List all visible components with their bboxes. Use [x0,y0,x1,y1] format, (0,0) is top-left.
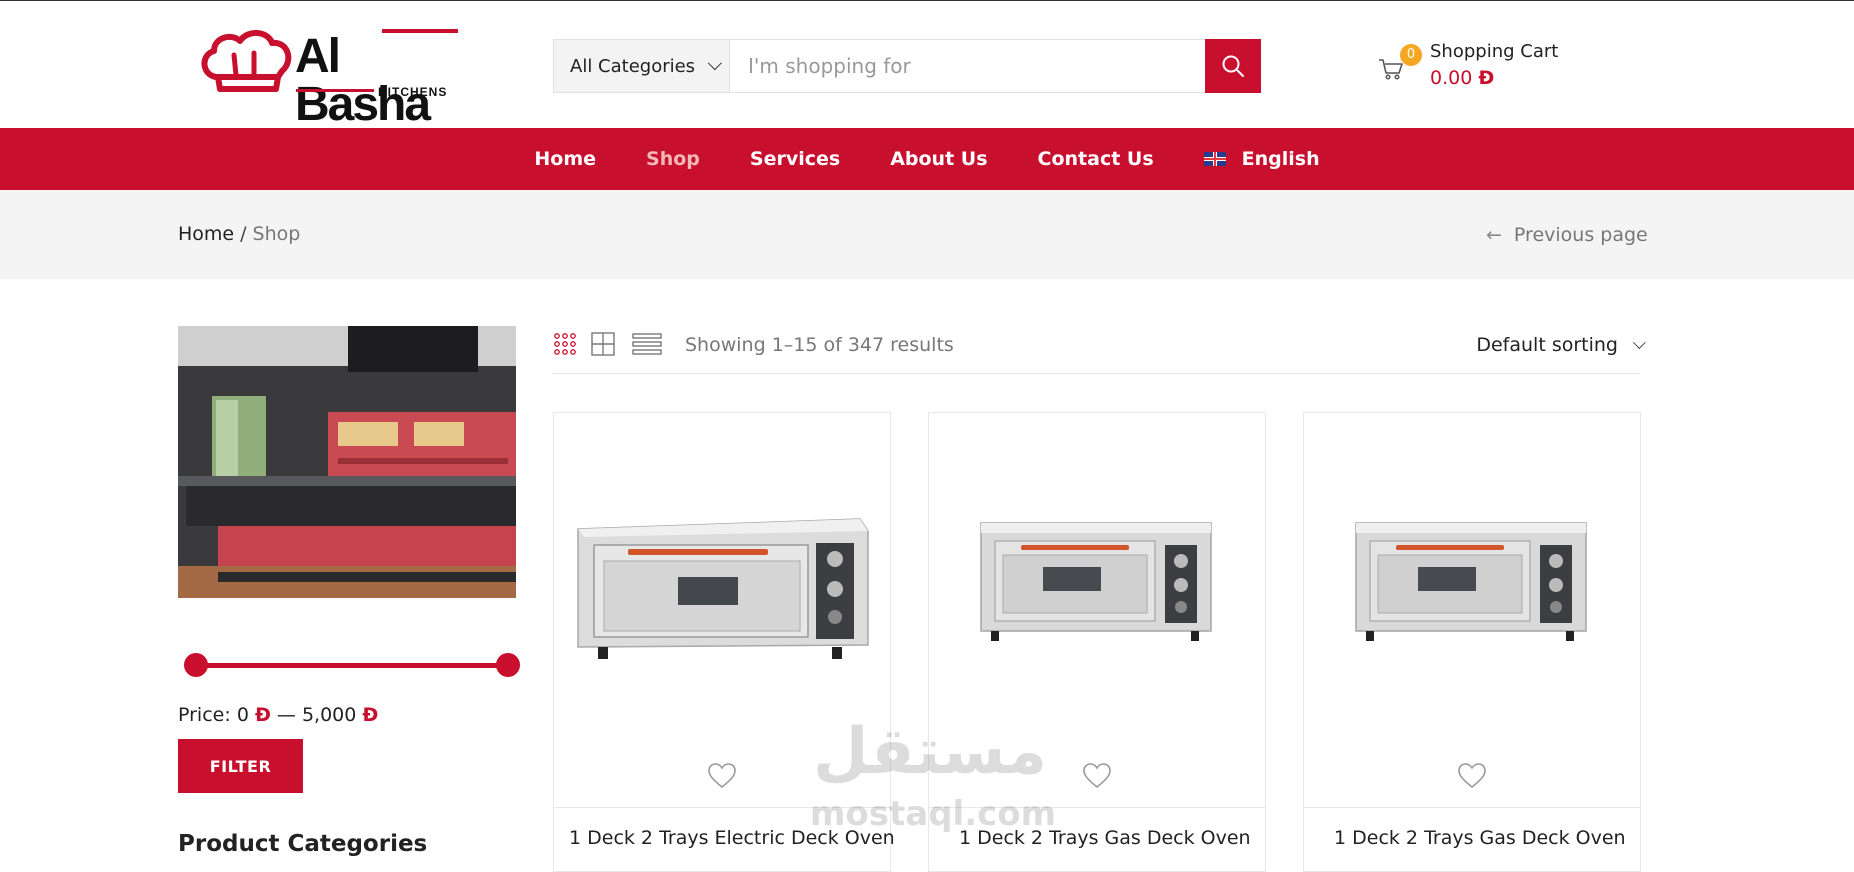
currency-symbol: Đ [1478,67,1495,89]
results-count: Showing 1–15 of 347 results [685,334,954,356]
grid-large-icon[interactable] [591,332,615,356]
mini-cart[interactable]: 0 Shopping Cart 0.00 Đ [1376,39,1576,99]
cart-count-badge: 0 [1400,44,1422,66]
search-icon [1222,55,1244,77]
cart-total: 0.00 Đ [1430,67,1494,89]
language-switcher[interactable]: English [1203,148,1320,170]
price-range-max-handle[interactable] [496,653,520,677]
electric-oven-image [577,518,869,659]
kitchen-illustration [178,326,516,598]
category-select-label: All Categories [570,55,696,77]
nav-about-us[interactable]: About Us [890,148,987,170]
watermark-arabic: مستقل [812,715,1048,789]
price-min-currency: Đ [254,704,271,726]
language-label: English [1241,148,1320,170]
nav-services[interactable]: Services [750,148,840,170]
cart-total-value: 0.00 [1430,67,1473,89]
price-min: 0 [236,704,249,726]
price-display: Price: 0 Đ — 5,000 Đ [178,704,378,726]
chevron-down-icon [1632,335,1646,349]
price-range-track [194,663,510,668]
site-logo[interactable]: Al Basha KITCHENS [198,27,466,129]
filter-button[interactable]: FILTER [178,739,303,793]
previous-page-link[interactable]: ← Previous page [1486,224,1648,246]
breadcrumb-band: Home / Shop ← Previous page [0,190,1854,279]
site-header: Al Basha KITCHENS All Categories 0 Shopp… [0,1,1854,129]
product-categories-heading: Product Categories [178,831,428,857]
watermark-latin: mostaql.com [810,794,1057,834]
brand-name: Al Basha [295,30,431,131]
product-card[interactable]: 1 Deck 2 Trays Gas Deck Oven [1303,412,1641,872]
breadcrumb-current: Shop [252,223,301,245]
nav-shop[interactable]: Shop [646,148,700,170]
product-image[interactable] [1304,413,1640,807]
gas-oven-image [980,522,1212,641]
price-range-slider[interactable] [184,652,520,678]
product-title[interactable]: 1 Deck 2 Trays Gas Deck Oven [1334,827,1626,849]
mostaql-watermark: مستقل mostaql.com [810,715,1057,853]
card-divider [1304,807,1640,808]
breadcrumb-home[interactable]: Home [178,223,234,245]
breadcrumb: Home / Shop [178,223,300,245]
uk-flag-icon [1203,152,1226,166]
nav-contact-us[interactable]: Contact Us [1038,148,1154,170]
chevron-down-icon [707,56,722,71]
sorting-label: Default sorting [1476,334,1618,356]
list-icon[interactable] [632,332,662,356]
heart-icon[interactable] [1458,763,1486,789]
nav-home[interactable]: Home [534,148,596,170]
logo-bar-bottom [296,89,374,92]
price-dash: — [276,704,296,726]
gas-oven-image [1355,522,1587,641]
sorting-select[interactable]: Default sorting [1476,334,1646,356]
arrow-left-icon: ← [1486,224,1502,246]
breadcrumb-separator: / [240,223,247,245]
grid-small-icon[interactable] [553,332,577,356]
category-select[interactable]: All Categories [554,40,730,92]
previous-page-label: Previous page [1513,224,1648,246]
promo-kitchen-image[interactable] [178,326,516,598]
search-button[interactable] [1205,39,1261,93]
brand-sub: KITCHENS [378,85,448,99]
heart-icon[interactable] [1083,763,1111,789]
cart-label: Shopping Cart [1430,41,1559,62]
chef-hat-icon [201,30,292,92]
search-bar: All Categories [553,39,1261,93]
cart-icon [1379,59,1403,80]
heart-icon[interactable] [708,763,736,789]
main-nav: Home Shop Services About Us Contact Us E… [0,128,1854,190]
price-max: 5,000 [301,704,357,726]
price-label: Price: [178,704,231,726]
price-range-min-handle[interactable] [184,653,208,677]
price-max-currency: Đ [362,704,379,726]
search-input[interactable] [730,40,1205,92]
shop-toolbar: Showing 1–15 of 347 results Default sort… [553,326,1646,374]
